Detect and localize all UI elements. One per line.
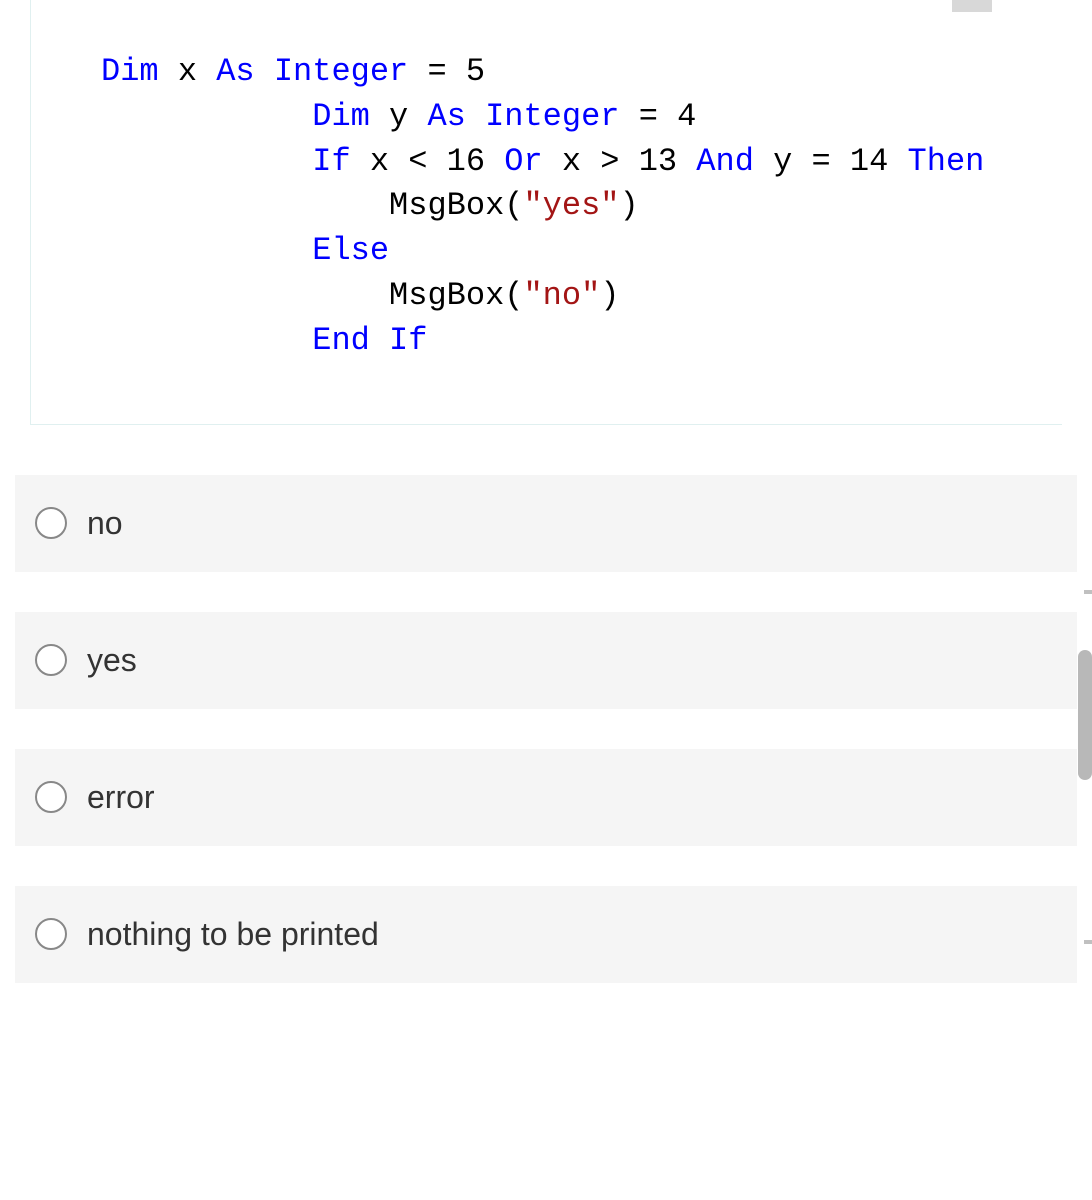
code-keyword: As Integer — [216, 53, 408, 90]
radio-icon[interactable] — [35, 918, 67, 950]
code-text: MsgBox( — [312, 187, 523, 224]
code-text: = 4 — [619, 98, 696, 135]
code-text: MsgBox( — [312, 277, 523, 314]
code-keyword: End If — [312, 322, 427, 359]
code-keyword: Else — [312, 232, 389, 269]
code-indent — [101, 187, 312, 224]
option-no[interactable]: no — [15, 475, 1077, 572]
option-error[interactable]: error — [15, 749, 1077, 846]
code-string: "no" — [523, 277, 600, 314]
code-keyword: As Integer — [427, 98, 619, 135]
code-indent — [101, 143, 312, 180]
option-label: nothing to be printed — [87, 916, 379, 953]
option-label: yes — [87, 642, 137, 679]
top-scrollbar-edge — [952, 0, 992, 12]
options-container: no yes error nothing to be printed — [0, 475, 1092, 1013]
code-text: ) — [600, 277, 619, 314]
radio-icon[interactable] — [35, 781, 67, 813]
radio-icon[interactable] — [35, 507, 67, 539]
option-yes[interactable]: yes — [15, 612, 1077, 709]
code-string: "yes" — [523, 187, 619, 224]
code-text: x > 13 — [543, 143, 697, 180]
option-label: error — [87, 779, 155, 816]
code-text: x — [159, 53, 217, 90]
scrollbar-thumb[interactable] — [1078, 650, 1092, 780]
code-keyword: Or — [504, 143, 542, 180]
code-text: ) — [619, 187, 638, 224]
code-keyword: Dim — [101, 53, 159, 90]
code-keyword: Then — [908, 143, 985, 180]
scrollbar-mark — [1084, 590, 1092, 594]
radio-icon[interactable] — [35, 644, 67, 676]
scrollbar-mark — [1084, 940, 1092, 944]
code-keyword: Dim — [312, 98, 370, 135]
code-text: y — [370, 98, 428, 135]
option-label: no — [87, 505, 123, 542]
code-text: = 5 — [408, 53, 485, 90]
code-indent — [101, 98, 312, 135]
code-keyword: And — [696, 143, 754, 180]
code-indent — [101, 232, 312, 269]
code-text: y = 14 — [754, 143, 908, 180]
code-keyword: If — [312, 143, 350, 180]
scrollbar-track[interactable] — [1078, 0, 1092, 1200]
code-indent — [101, 322, 312, 359]
code-indent — [101, 277, 312, 314]
option-nothing[interactable]: nothing to be printed — [15, 886, 1077, 983]
code-text: x < 16 — [351, 143, 505, 180]
code-block: Dim x As Integer = 5 Dim y As Integer = … — [30, 0, 1062, 425]
